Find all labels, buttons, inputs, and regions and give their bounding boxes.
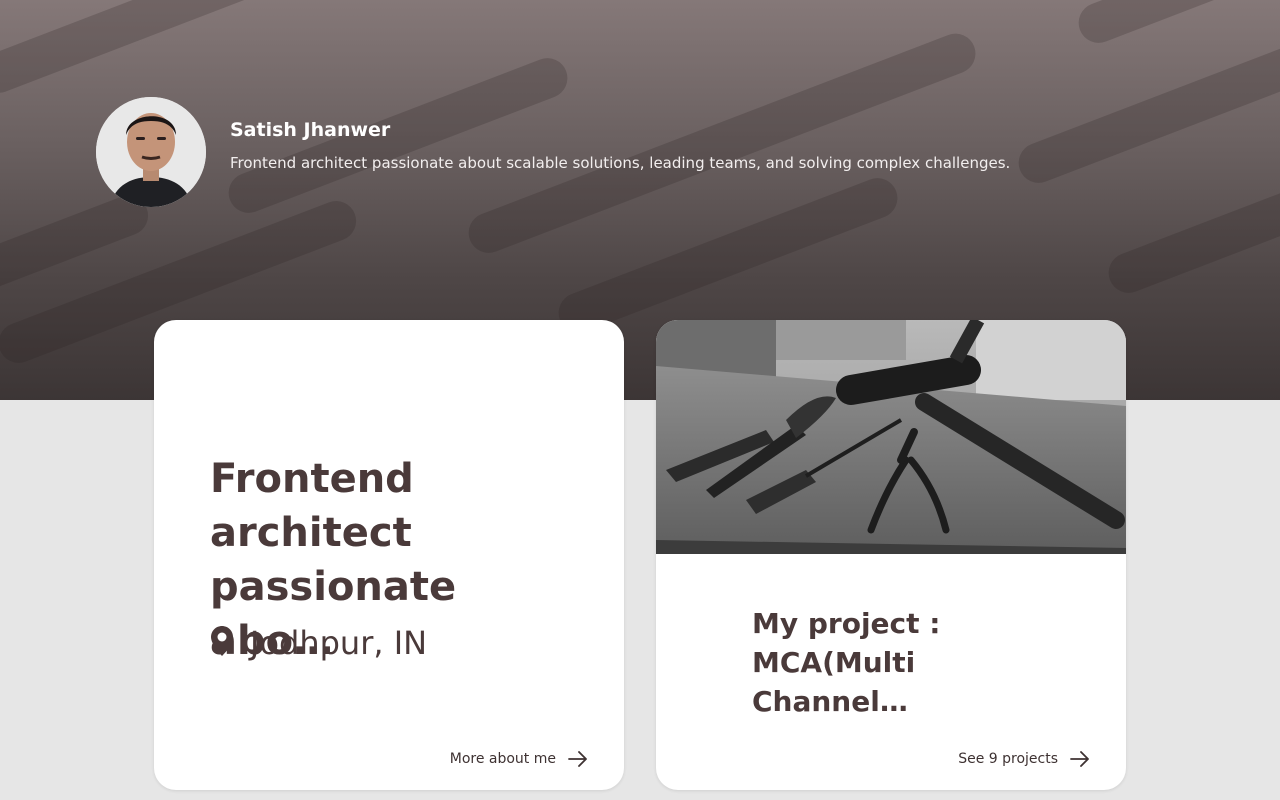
about-heading-line: architect: [210, 510, 412, 556]
project-card[interactable]: My project : MCA(Multi Channel… See 9 pr…: [656, 320, 1126, 790]
project-heading-line: My project :: [752, 607, 941, 640]
more-about-me-link[interactable]: More about me: [450, 750, 588, 768]
profile-name: Satish Jhanwer: [230, 118, 391, 141]
location-text: Jodhpur, IN: [250, 624, 428, 662]
project-heading-line: MCA(Multi: [752, 646, 916, 679]
decorative-stripe: [1102, 168, 1280, 299]
project-heading: My project : MCA(Multi Channel…: [752, 604, 1022, 721]
about-card[interactable]: Frontend architect passionate abo… Jodhp…: [154, 320, 624, 790]
arrow-right-icon: [1070, 750, 1090, 768]
avatar: [96, 97, 206, 207]
decorative-stripe: [1072, 0, 1274, 49]
see-projects-link[interactable]: See 9 projects: [958, 750, 1090, 768]
project-image: [656, 320, 1126, 554]
more-about-me-label: More about me: [449, 751, 556, 767]
see-projects-label: See 9 projects: [958, 751, 1058, 767]
decorative-stripe: [0, 0, 380, 99]
arrow-right-icon: [568, 750, 588, 768]
map-pin-icon: [210, 625, 234, 661]
profile-header: Satish Jhanwer Frontend architect passio…: [96, 97, 1010, 207]
location: Jodhpur, IN: [210, 624, 427, 662]
decorative-stripe: [1012, 33, 1280, 189]
project-heading-line: Channel…: [752, 685, 908, 718]
profile-bio: Frontend architect passionate about scal…: [230, 153, 1011, 172]
about-heading-line: Frontend: [210, 456, 414, 502]
